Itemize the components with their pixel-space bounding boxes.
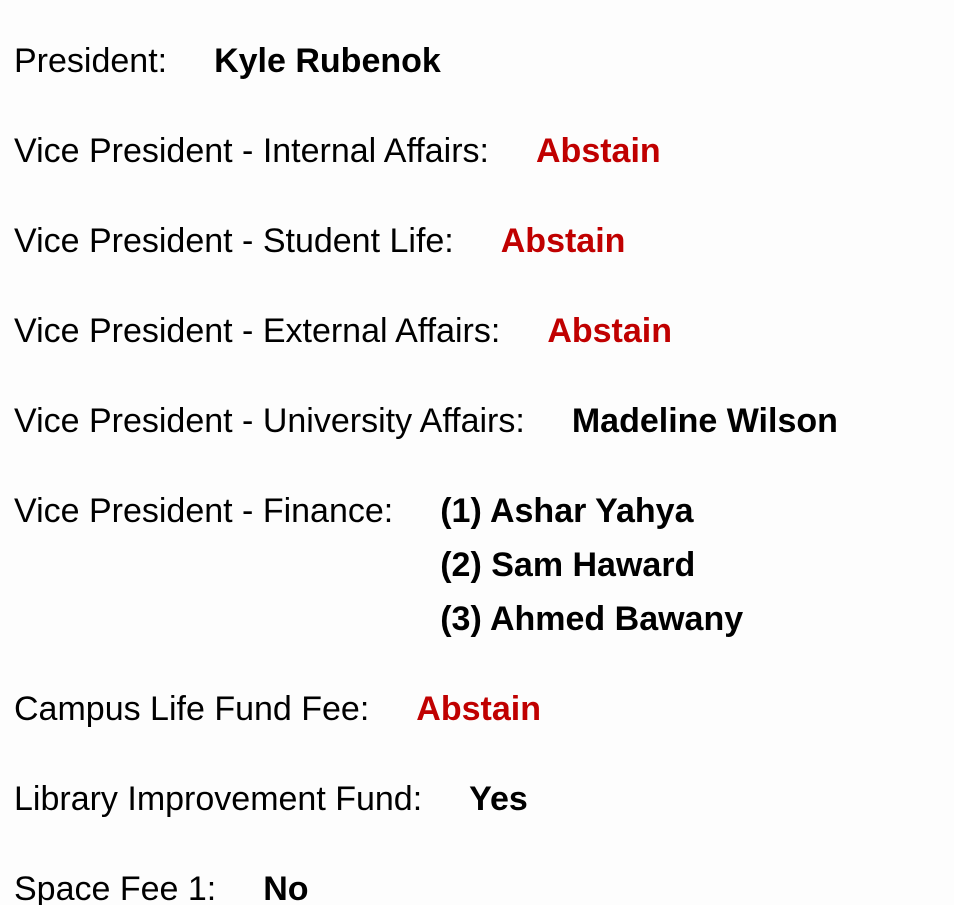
president-label: President:	[14, 42, 168, 80]
ballot-row-vp-student-life: Vice President - Student Life: Abstain	[14, 214, 625, 268]
vp-university-affairs-value: Madeline Wilson	[571, 402, 838, 440]
ballot-row-vp-finance: Vice President - Finance: (1) Ashar Yahy…	[14, 484, 743, 646]
library-improvement-fund-label: Library Improvement Fund:	[14, 780, 423, 818]
space-fee-1-value: No	[263, 870, 309, 905]
ballot-row-president: President: Kyle Rubenok	[14, 34, 441, 88]
vp-student-life-value: Abstain	[500, 222, 626, 260]
vp-student-life-label: Vice President - Student Life:	[14, 222, 454, 260]
ballot-row-vp-internal-affairs: Vice President - Internal Affairs: Absta…	[14, 124, 661, 178]
vp-finance-choice-3: (3) Ahmed Bawany	[440, 600, 744, 638]
ballot-row-campus-life-fund-fee: Campus Life Fund Fee: Abstain	[14, 682, 541, 736]
vp-finance-ranked-choices: (1) Ashar Yahya (2) Sam Haward (3) Ahmed…	[440, 484, 743, 646]
campus-life-fund-fee-value: Abstain	[416, 690, 541, 728]
vp-external-affairs-label: Vice President - External Affairs:	[14, 312, 501, 350]
vp-finance-choice-1: (1) Ashar Yahya	[440, 492, 694, 530]
space-fee-1-label: Space Fee 1:	[14, 870, 217, 905]
ballot-summary: President: Kyle Rubenok Vice President -…	[0, 0, 954, 905]
vp-finance-choice-2: (2) Sam Haward	[440, 546, 696, 584]
vp-university-affairs-label: Vice President - University Affairs:	[14, 402, 525, 440]
vp-internal-affairs-value: Abstain	[536, 132, 661, 170]
president-value: Kyle Rubenok	[214, 42, 441, 80]
ballot-row-library-improvement-fund: Library Improvement Fund: Yes	[14, 772, 528, 826]
ballot-row-vp-university-affairs: Vice President - University Affairs: Mad…	[14, 394, 838, 448]
vp-internal-affairs-label: Vice President - Internal Affairs:	[14, 132, 489, 170]
library-improvement-fund-value: Yes	[469, 780, 528, 818]
ballot-row-vp-external-affairs: Vice President - External Affairs: Absta…	[14, 304, 672, 358]
campus-life-fund-fee-label: Campus Life Fund Fee:	[14, 690, 370, 728]
ballot-row-space-fee-1: Space Fee 1: No	[14, 862, 309, 905]
vp-external-affairs-value: Abstain	[547, 312, 672, 350]
vp-finance-label: Vice President - Finance:	[14, 492, 394, 530]
